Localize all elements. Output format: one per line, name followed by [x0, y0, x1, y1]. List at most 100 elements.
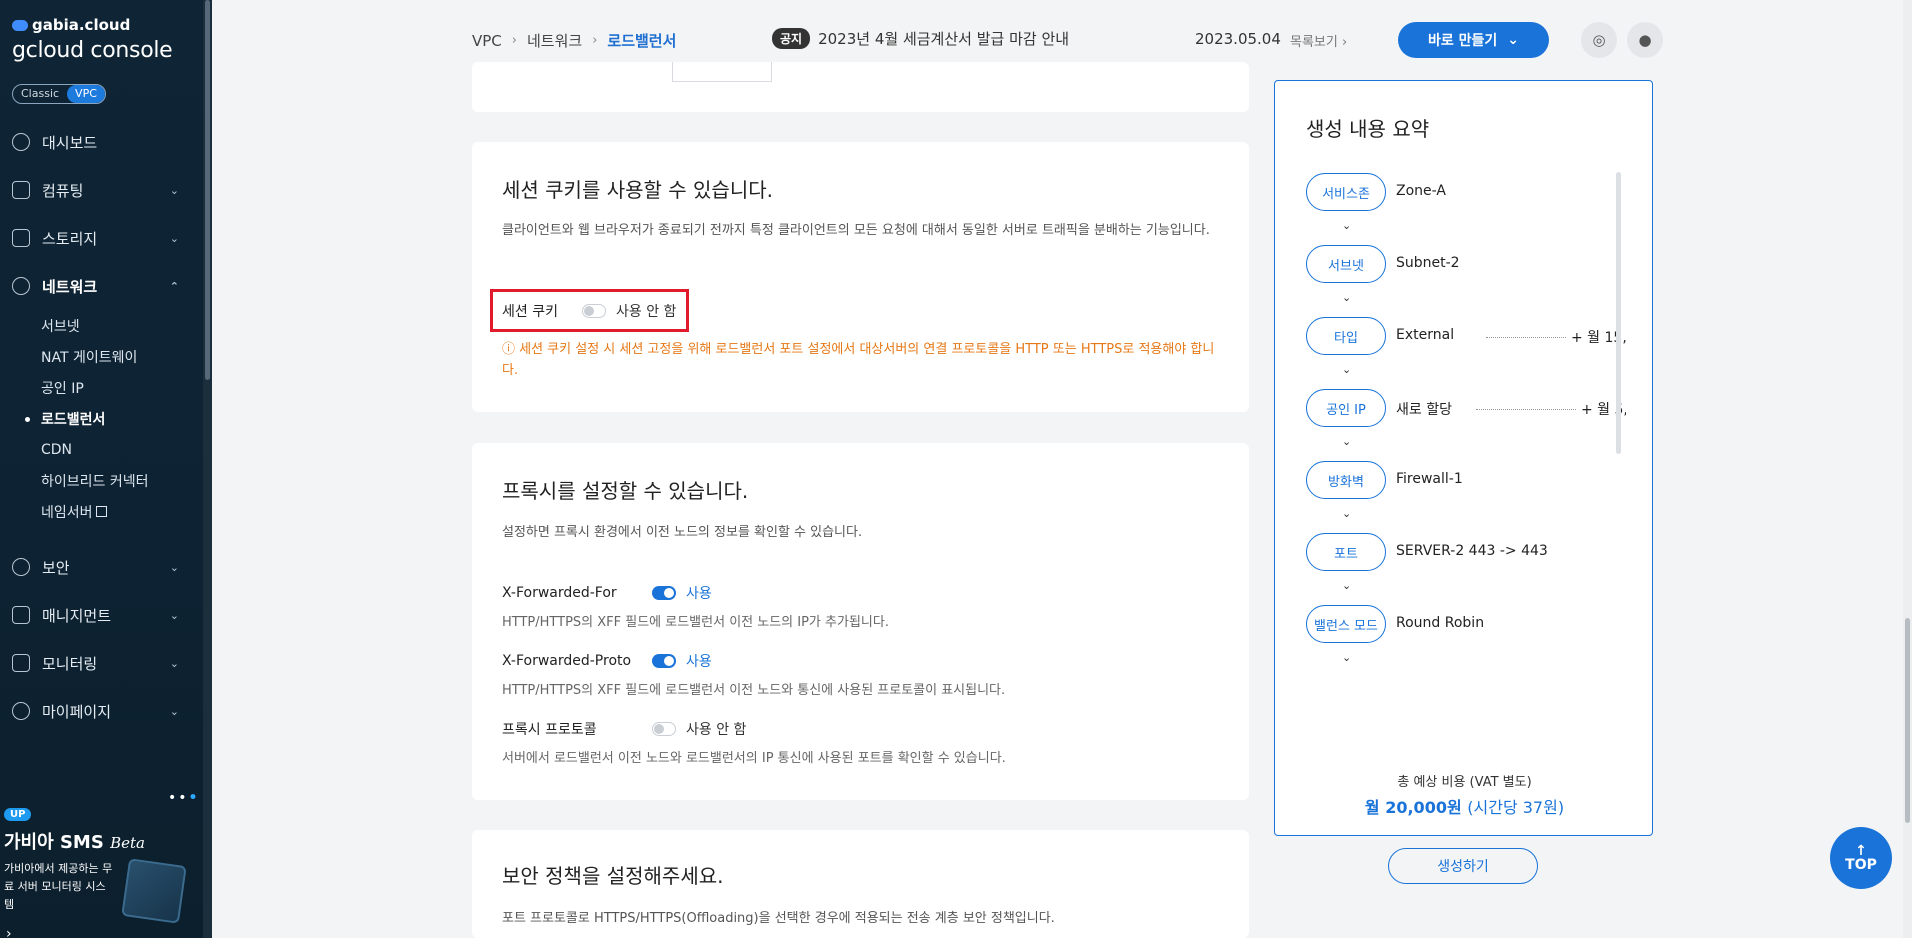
summary-scrollbar[interactable]: [1616, 172, 1621, 454]
notice[interactable]: 공지 2023년 4월 세금계산서 발급 마감 안내: [772, 28, 1069, 49]
chat-icon[interactable]: ◎: [1581, 22, 1617, 58]
summary-key[interactable]: 공인 IP: [1306, 389, 1386, 427]
breadcrumb: VPC › 네트워크 › 로드밸런서: [472, 30, 676, 51]
mode-classic[interactable]: Classic: [13, 85, 67, 103]
network-icon: [12, 277, 30, 295]
gabia-logo[interactable]: gabia.cloud: [12, 16, 130, 34]
notice-list-link[interactable]: 목록보기 ›: [1290, 31, 1347, 50]
sidebar-item-subnet[interactable]: 서브넷: [41, 310, 203, 341]
proxy-protocol-state: 사용 안 함: [686, 722, 747, 738]
xff-row: X-Forwarded-For 사용: [502, 583, 712, 603]
summary-panel: 생성 내용 요약 서비스존 Zone-A ⌄ 서브넷 Subnet-2 ⌄ 타입…: [1274, 80, 1653, 884]
session-cookie-card: 세션 쿠키를 사용할 수 있습니다. 클라이언트와 웹 브라우저가 종료되기 전…: [472, 142, 1249, 412]
dashboard-icon: [12, 133, 30, 151]
sidebar-item-nat-gateway[interactable]: NAT 게이트웨이: [41, 341, 203, 372]
sidebar-item-computing[interactable]: 컴퓨팅 ⌄: [0, 166, 203, 214]
chevron-right-icon: ›: [511, 33, 517, 48]
session-cookie-state: 사용 안 함: [616, 304, 677, 320]
summary-value: Subnet-2: [1396, 255, 1460, 271]
session-cookie-toggle[interactable]: [582, 304, 606, 318]
xfp-state: 사용: [686, 654, 712, 670]
carousel-dots[interactable]: •••: [168, 790, 199, 806]
xff-desc: HTTP/HTTPS의 XFF 필드에 로드밸런서 이전 노드의 IP가 추가됩…: [502, 615, 889, 630]
sidebar-item-label: 마이페이지: [42, 702, 112, 721]
storage-icon: [12, 229, 30, 247]
sidebar-item-network[interactable]: 네트워크 ⌃: [0, 262, 203, 310]
sidebar-item-label: 네트워크: [42, 277, 98, 296]
sidebar-item-label: 매니지먼트: [42, 606, 112, 625]
chevron-down-icon: ⌄: [169, 704, 179, 718]
scroll-top-label: TOP: [1845, 857, 1877, 873]
summary-value: Zone-A: [1396, 183, 1446, 199]
sms-beta: Beta: [110, 834, 145, 852]
network-submenu: 서브넷 NAT 게이트웨이 공인 IP 로드밸런서 CDN 하이브리드 커넥터 …: [0, 310, 203, 527]
sidebar-item-cdn[interactable]: CDN: [41, 434, 203, 465]
sidebar-item-label: 모니터링: [42, 654, 98, 673]
summary-value: SERVER-2 443 -> 443: [1396, 543, 1548, 559]
summary-key[interactable]: 포트: [1306, 533, 1386, 571]
page-scrollbar[interactable]: [1903, 0, 1912, 938]
summary-value: Firewall-1: [1396, 471, 1463, 487]
security-desc: 포트 프로토콜로 HTTPS/HTTPS(Offloading)을 선택한 경우…: [502, 911, 1055, 926]
sidebar-item-mypage[interactable]: 마이페이지 ⌄: [0, 687, 203, 735]
chevron-down-icon: ⌄: [1342, 507, 1352, 520]
summary-key[interactable]: 밸런스 모드: [1306, 605, 1386, 643]
proxy-protocol-toggle[interactable]: [652, 722, 676, 736]
create-button[interactable]: 생성하기: [1388, 848, 1538, 884]
sidebar-item-public-ip[interactable]: 공인 IP: [41, 372, 203, 403]
summary-key[interactable]: 타입: [1306, 317, 1386, 355]
chevron-down-icon: ⌄: [169, 183, 179, 197]
profile-icon[interactable]: ●: [1627, 22, 1663, 58]
sms-title: 가비아 SMS Beta: [4, 828, 145, 854]
mode-vpc[interactable]: VPC: [67, 85, 105, 103]
chevron-down-icon: ⌄: [1507, 32, 1519, 48]
summary-key[interactable]: 방화벽: [1306, 461, 1386, 499]
sidebar-scrollbar[interactable]: [203, 0, 212, 938]
previous-section-card: [472, 62, 1249, 112]
proxy-card: 프록시를 설정할 수 있습니다. 설정하면 프록시 환경에서 이전 노드의 정보…: [472, 443, 1249, 800]
sidebar-item-security[interactable]: 보안 ⌄: [0, 543, 203, 591]
sidebar: gabia.cloud gcloud console Classic VPC 대…: [0, 0, 212, 938]
xff-toggle[interactable]: [652, 586, 676, 600]
chevron-down-icon: ⌄: [1342, 219, 1352, 232]
summary-row: 타입 External + 월 15,000 원 ⌄: [1306, 317, 1626, 389]
notice-text[interactable]: 2023년 4월 세금계산서 발급 마감 안내: [818, 28, 1069, 49]
summary-row: 공인 IP 새로 할당 + 월 5,000 원 ⌄: [1306, 389, 1626, 461]
sidebar-item-nameserver[interactable]: 네임서버: [41, 496, 203, 527]
dotted-leader: [1486, 337, 1566, 338]
scroll-top-button[interactable]: ↑ TOP: [1830, 827, 1892, 889]
summary-key[interactable]: 서브넷: [1306, 245, 1386, 283]
sidebar-item-dashboard[interactable]: 대시보드: [0, 118, 203, 166]
xff-label: X-Forwarded-For: [502, 585, 617, 601]
chevron-down-icon: ⌄: [169, 656, 179, 670]
breadcrumb-network[interactable]: 네트워크: [527, 30, 582, 51]
summary-title: 생성 내용 요약: [1306, 117, 1430, 141]
sidebar-item-load-balancer[interactable]: 로드밸런서: [25, 403, 203, 434]
proxy-title: 프록시를 설정할 수 있습니다.: [502, 479, 749, 503]
session-warning: ⓘ 세션 쿠키 설정 시 세션 고정을 위해 로드밸런서 포트 설정에서 대상서…: [502, 342, 1215, 378]
sidebar-item-hybrid-connector[interactable]: 하이브리드 커넥터: [41, 465, 203, 496]
brand-small: gabia.cloud: [32, 16, 131, 34]
sidebar-item-management[interactable]: 매니지먼트 ⌄: [0, 591, 203, 639]
session-desc: 클라이언트와 웹 브라우저가 종료되기 전까지 특정 클라이언트의 모든 요청에…: [502, 223, 1210, 238]
proxy-protocol-desc: 서버에서 로드밸런서 이전 노드와 로드밸런서의 IP 통신에 사용된 포트를 …: [502, 751, 1006, 766]
sms-banner[interactable]: ••• UP 가비아 SMS Beta 가비아에서 제공하는 무료 서버 모니터…: [0, 790, 203, 938]
management-icon: [12, 606, 30, 624]
summary-key[interactable]: 서비스존: [1306, 173, 1386, 211]
xfp-label: X-Forwarded-Proto: [502, 653, 632, 669]
previous-input[interactable]: [672, 62, 772, 82]
total-hourly: (시간당 37원): [1467, 798, 1565, 817]
chevron-down-icon: ⌄: [169, 608, 179, 622]
sidebar-item-storage[interactable]: 스토리지 ⌄: [0, 214, 203, 262]
console-title[interactable]: gcloud console: [12, 38, 173, 63]
xfp-toggle[interactable]: [652, 654, 676, 668]
breadcrumb-vpc[interactable]: VPC: [472, 32, 502, 50]
chevron-down-icon: ⌄: [1342, 291, 1352, 304]
chevron-right-icon[interactable]: ›: [6, 926, 12, 938]
sidebar-item-monitoring[interactable]: 모니터링 ⌄: [0, 639, 203, 687]
sms-title-text: 가비아 SMS: [4, 832, 104, 853]
summary-row: 서브넷 Subnet-2 ⌄: [1306, 245, 1626, 317]
proxy-protocol-row: 프록시 프로토콜 사용 안 함: [502, 719, 746, 739]
proxy-desc: 설정하면 프록시 환경에서 이전 노드의 정보를 확인할 수 있습니다.: [502, 525, 863, 540]
quick-create-button[interactable]: 바로 만들기 ⌄: [1398, 22, 1549, 58]
